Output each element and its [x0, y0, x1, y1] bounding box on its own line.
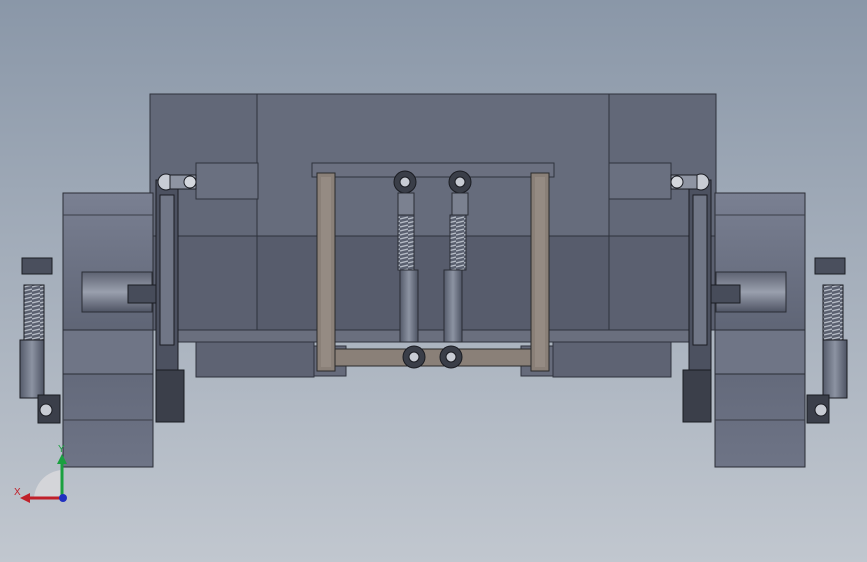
z-axis-icon [59, 494, 67, 502]
chassis-body [149, 93, 717, 378]
x-axis-label: X [14, 487, 21, 498]
left-wheel-assembly [19, 173, 197, 468]
y-axis-arrow-icon [57, 454, 67, 464]
coordinate-triad: X Y [14, 444, 67, 503]
cad-viewport[interactable] [0, 0, 867, 562]
triad-plane-icon [34, 470, 62, 498]
x-axis-arrow-icon [20, 493, 30, 503]
right-wheel-assembly [670, 173, 848, 468]
y-axis-label: Y [58, 444, 65, 455]
